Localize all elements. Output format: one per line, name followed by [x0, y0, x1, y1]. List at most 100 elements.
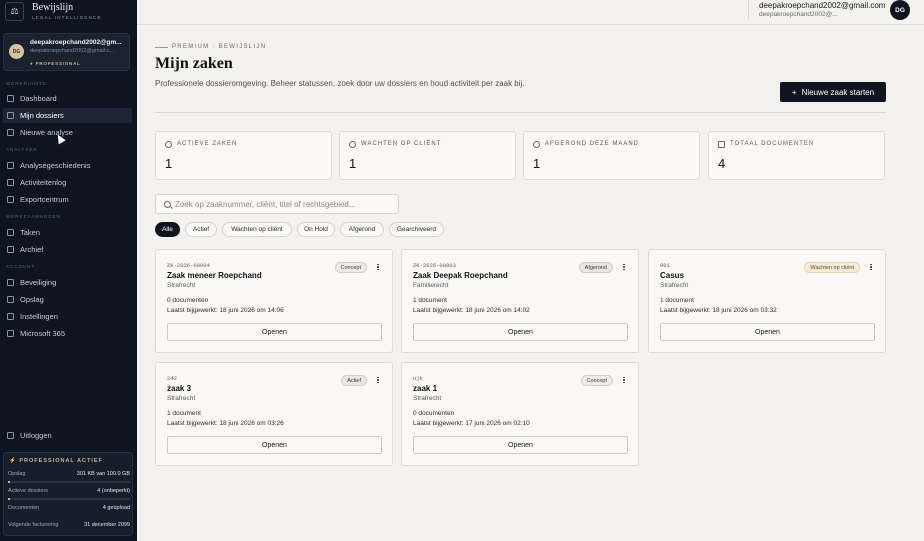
sidebar-item-label: Mijn dossiers	[20, 111, 64, 120]
divider	[748, 0, 749, 20]
case-area: Strafrecht	[167, 395, 196, 402]
stat-value: 4	[718, 156, 726, 171]
brand[interactable]: ⚖ Bewijslijn LEGAL INTELLIGENCE	[5, 2, 102, 21]
status-badge: Afgerond	[578, 262, 613, 273]
sidebar-item-activiteitenlog[interactable]: Activiteitenlog	[3, 175, 132, 190]
open-button[interactable]: Openen	[413, 323, 628, 341]
search-input[interactable]	[175, 197, 395, 211]
stat-card-documenten: TOTAAL DOCUMENTEN 4	[708, 131, 885, 180]
sidebar-item-archief[interactable]: Archief	[3, 242, 132, 257]
case-code: 001	[660, 262, 670, 269]
case-code: ujk	[413, 375, 423, 382]
sidebar-item-beveiliging[interactable]: Beveiliging	[3, 275, 132, 290]
filter-afgerond[interactable]: Afgerond	[340, 222, 384, 237]
case-card: ZK-2026-00004 Zaak meneer Roepchand Stra…	[155, 249, 393, 353]
history-icon	[7, 162, 14, 169]
section-label-werkruimte: WERKRUIMTE	[6, 81, 47, 86]
sparkle-icon	[7, 129, 14, 136]
filter-alle[interactable]: Alle	[155, 222, 180, 237]
header-user-name[interactable]: deepakroepchand2002@gmail.com	[759, 1, 885, 10]
download-icon	[7, 196, 14, 203]
case-updated: Laatst bijgewerkt: 18 juni 2026 om 03:26	[167, 420, 284, 427]
case-area: Strafrecht	[660, 282, 689, 289]
user-email: deepakroepchand2002@gmail.c...	[30, 48, 114, 54]
more-vertical-icon[interactable]	[620, 375, 628, 385]
stat-label: AFGEROND DEZE MAAND	[545, 141, 640, 147]
sidebar-item-label: Taken	[20, 228, 41, 237]
activity-icon	[7, 179, 14, 186]
logout-icon	[7, 432, 14, 439]
case-code: ZK-2026-00003	[413, 262, 456, 269]
more-vertical-icon[interactable]	[374, 375, 382, 385]
filter-wachten[interactable]: Wachten op cliënt	[222, 222, 292, 237]
status-badge: Concept	[580, 375, 613, 386]
stat-value: 1	[165, 156, 173, 171]
case-updated: Laatst bijgewerkt: 18 juni 2026 om 14:02	[413, 307, 530, 314]
plan-row-opslag: Opslag 301 KB van 100.0 GB	[8, 471, 130, 477]
section-label-account: ACCOUNT	[6, 264, 36, 269]
plus-icon: +	[791, 87, 797, 97]
open-button[interactable]: Openen	[413, 436, 628, 454]
kicker-line	[155, 46, 168, 48]
sidebar-item-exportcentrum[interactable]: Exportcentrum	[3, 192, 132, 207]
check-circle-icon	[533, 141, 540, 148]
case-title[interactable]: zaak 1	[413, 384, 437, 393]
more-vertical-icon[interactable]	[620, 262, 628, 272]
sidebar-item-label: Archief	[20, 245, 44, 254]
stat-card-afgerond: AFGEROND DEZE MAAND 1	[523, 131, 700, 180]
header-avatar[interactable]: DG	[890, 0, 910, 20]
case-title[interactable]: zaak 3	[167, 384, 191, 393]
case-title[interactable]: Casus	[660, 271, 684, 280]
search-icon	[164, 201, 171, 208]
case-card: ZK-2026-00003 Zaak Deepak Roepchand Fami…	[401, 249, 639, 353]
case-title[interactable]: Zaak meneer Roepchand	[167, 271, 262, 280]
logout-button[interactable]: Uitloggen	[3, 428, 132, 443]
storage-progress	[8, 481, 130, 483]
page-description: Professionele dossieromgeving. Beheer st…	[155, 79, 525, 88]
grid-icon	[7, 95, 14, 102]
section-label-werkzaamheden: WERKZAAMHEDEN	[6, 214, 61, 219]
sidebar-item-taken[interactable]: Taken	[3, 225, 132, 240]
sidebar-item-instellingen[interactable]: Instellingen	[3, 309, 132, 324]
sidebar-item-mijn-dossiers[interactable]: Mijn dossiers	[3, 108, 132, 123]
sidebar-item-label: Dashboard	[20, 94, 57, 103]
clock-icon	[349, 141, 356, 148]
sidebar-item-label: Nieuwe analyse	[20, 128, 73, 137]
case-area: Strafrecht	[167, 282, 196, 289]
stat-value: 1	[349, 156, 357, 171]
clock-icon	[165, 141, 172, 148]
page-kicker: PREMIUM · BEWIJSLIJN	[155, 44, 266, 50]
filter-gearchiveerd[interactable]: Gearchiveerd	[389, 222, 444, 237]
sidebar-item-analysegeschiedenis[interactable]: Analysegeschiedenis	[3, 158, 132, 173]
microsoft-icon	[7, 330, 14, 337]
user-card[interactable]: DG deepakroepchand2002@gm... deepakroepc…	[3, 33, 130, 71]
case-docs: 1 document	[167, 410, 201, 417]
open-button[interactable]: Openen	[167, 436, 382, 454]
open-button[interactable]: Openen	[167, 323, 382, 341]
plan-badge: ● PROFESSIONAL	[30, 61, 81, 66]
sidebar-item-microsoft-365[interactable]: Microsoft 365	[3, 326, 132, 341]
avatar: DG	[9, 44, 24, 59]
filter-actief[interactable]: Actief	[185, 222, 217, 237]
sidebar-item-opslag[interactable]: Opslag	[3, 292, 132, 307]
shield-icon	[7, 279, 14, 286]
new-case-button[interactable]: + Nieuwe zaak starten	[780, 82, 886, 102]
header-user-email[interactable]: deepakroepchand2002@...	[759, 11, 838, 18]
status-badge: Concept	[334, 262, 367, 273]
open-button[interactable]: Openen	[660, 323, 875, 341]
more-vertical-icon[interactable]	[867, 262, 875, 272]
sidebar-item-label: Instellingen	[20, 312, 58, 321]
sidebar-item-label: Beveiliging	[20, 278, 57, 287]
case-title[interactable]: Zaak Deepak Roepchand	[413, 271, 508, 280]
sidebar-item-dashboard[interactable]: Dashboard	[3, 91, 132, 106]
stat-card-actieve-zaken: ACTIEVE ZAKEN 1	[155, 131, 332, 180]
case-docs: 0 documenten	[167, 297, 209, 304]
scale-icon: ⚖	[5, 2, 24, 21]
filter-on-hold[interactable]: On Hold	[297, 222, 335, 237]
archive-icon	[7, 246, 14, 253]
sidebar-item-nieuwe-analyse[interactable]: Nieuwe analyse	[3, 125, 132, 140]
more-vertical-icon[interactable]	[374, 262, 382, 272]
case-updated: Laatst bijgewerkt: 18 juni 2026 om 03:32	[660, 307, 777, 314]
case-area: Strafrecht	[413, 395, 442, 402]
stat-value: 1	[533, 156, 541, 171]
